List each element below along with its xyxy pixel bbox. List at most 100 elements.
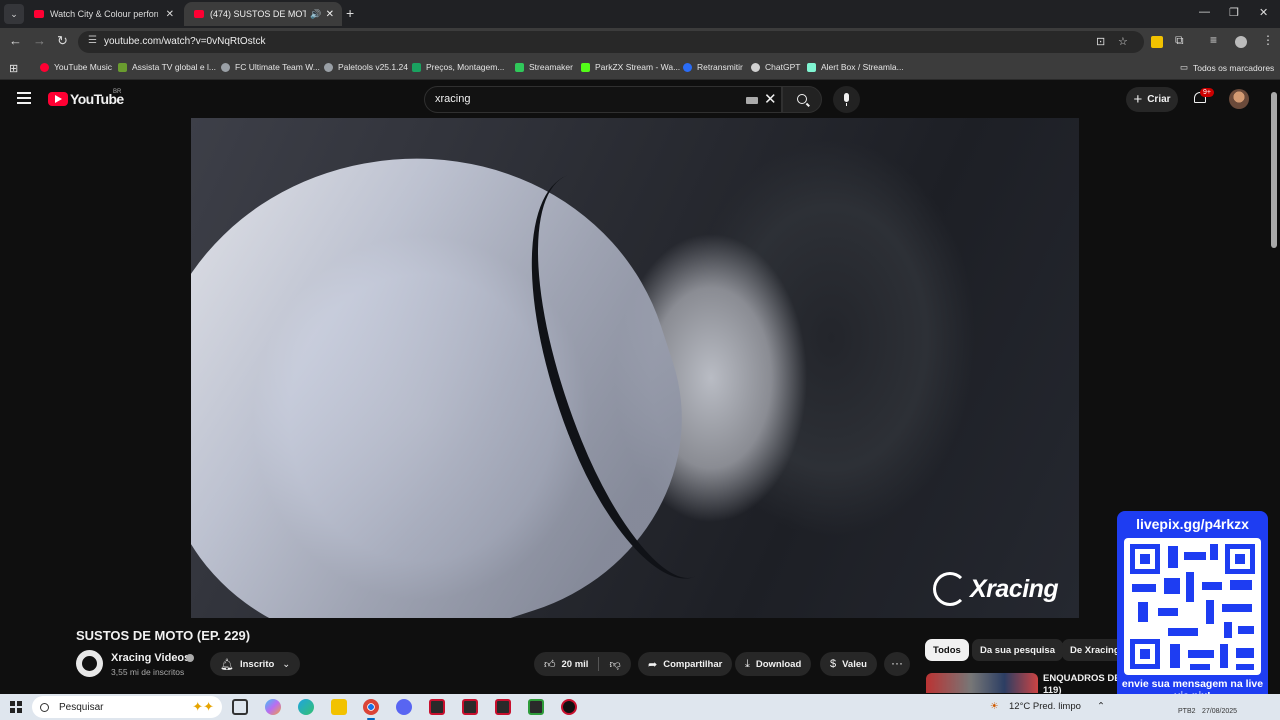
new-tab-icon[interactable]: + (346, 5, 354, 21)
account-avatar[interactable] (1229, 89, 1249, 109)
chrome-icon[interactable] (363, 699, 379, 720)
language-indicator[interactable]: PTB2 (1178, 708, 1196, 715)
qr-module (1236, 648, 1254, 658)
keyboard-icon[interactable] (746, 97, 758, 104)
task-view-icon[interactable] (232, 699, 248, 715)
streamlabs-icon (807, 62, 816, 72)
bookmark-label: FC Ultimate Team W... (235, 62, 320, 72)
taskbar-search[interactable]: Pesquisar ✦✦ (32, 696, 222, 718)
bookmark-youtube-music[interactable]: YouTube Music (40, 62, 112, 72)
windows-start-icon[interactable] (10, 701, 22, 713)
kick-icon (581, 62, 590, 72)
bookmark-label: Alert Box / Streamla... (821, 62, 904, 72)
bookmark-streamaker[interactable]: Streamaker (515, 62, 573, 72)
bookmark-globo[interactable]: Assista TV global e l... (118, 62, 216, 72)
extensions-puzzle-icon[interactable]: ⧉ (1175, 33, 1184, 48)
like-thumb-icon[interactable]: 👍︎ (544, 658, 556, 671)
qr-module (1222, 604, 1252, 612)
like-count[interactable]: 20 mil (562, 659, 589, 670)
search-box: ✕ (424, 86, 782, 113)
search-input[interactable] (435, 93, 735, 105)
back-icon[interactable]: ← (9, 33, 22, 48)
restore-icon[interactable]: ❐ (1229, 6, 1239, 19)
close-window-icon[interactable]: ✕ (1259, 6, 1268, 19)
apps-grid-icon[interactable]: ⊞ (9, 62, 18, 75)
edge-icon[interactable] (298, 699, 314, 715)
globe-icon (324, 62, 333, 72)
minimize-icon[interactable]: — (1199, 6, 1210, 18)
tray-chevron-icon[interactable]: ⌃ (1097, 701, 1105, 712)
bookmark-alert-box[interactable]: Alert Box / Streamla... (807, 62, 904, 72)
file-explorer-icon[interactable] (331, 699, 347, 715)
menu-kebab-icon[interactable]: ⋮ (1262, 33, 1274, 47)
forward-icon[interactable]: → (33, 33, 46, 48)
guide-menu-icon[interactable] (17, 92, 31, 104)
discord-icon[interactable] (396, 699, 412, 715)
bookmark-precos[interactable]: Preços, Montagem... (412, 62, 504, 72)
search-button[interactable] (782, 86, 822, 113)
clear-search-icon[interactable]: ✕ (764, 90, 777, 108)
page-scrollbar[interactable] (1271, 92, 1277, 248)
bookmark-paletools[interactable]: Paletools v25.1.24 (324, 62, 408, 72)
app-icon-1[interactable] (429, 699, 445, 715)
bookmark-retransmitir[interactable]: Retransmitir (683, 62, 743, 72)
video-player[interactable]: Xracing (191, 118, 1079, 618)
qr-module (1164, 578, 1180, 594)
bookmark-fc-ultimate[interactable]: FC Ultimate Team W... (221, 62, 320, 72)
watermark-text: Xracing (970, 574, 1059, 603)
site-info-icon[interactable]: ☰ (88, 35, 97, 46)
browser-tab-1[interactable]: Watch City & Colour perform u ✕ (24, 2, 182, 26)
channel-watermark: Xracing (933, 572, 1059, 606)
bookmark-label: ParkZX Stream - Wa... (595, 62, 681, 72)
all-bookmarks[interactable]: ▭ Todos os marcadores (1180, 62, 1274, 73)
app-icon-5[interactable] (561, 699, 577, 715)
dislike-thumb-icon[interactable]: 👎︎ (609, 658, 620, 671)
reload-icon[interactable]: ↻ (57, 33, 68, 49)
browser-tab-2-active[interactable]: (474) SUSTOS DE MOTO (EP. 🔊 ✕ (184, 2, 342, 26)
qr-finder (1130, 544, 1160, 574)
profile-icon[interactable] (1235, 36, 1247, 48)
bookmark-label: YouTube Music (54, 62, 112, 72)
download-button[interactable]: ⤓ Download (735, 652, 812, 676)
share-button[interactable]: ➦ Compartilhar (638, 652, 733, 676)
clock-date[interactable]: 27/08/2025 (1202, 708, 1237, 715)
url-text[interactable]: youtube.com/watch?v=0vNqRtOstck (104, 36, 265, 47)
close-tab-icon[interactable]: ✕ (166, 9, 174, 20)
folder-icon: ▭ (1180, 62, 1189, 72)
copilot-icon[interactable] (265, 699, 281, 715)
address-bar[interactable]: ☰ youtube.com/watch?v=0vNqRtOstck ⊡ ☆ (78, 31, 1144, 53)
youtube-logo-icon[interactable] (48, 92, 68, 106)
subscribed-button[interactable]: 🔔︎ Inscrito ⌄ (210, 652, 301, 676)
app-icon-2[interactable] (462, 699, 478, 715)
qr-module (1206, 600, 1214, 624)
chip-da-sua-pesquisa[interactable]: Da sua pesquisa (972, 639, 1063, 661)
extension-icon[interactable] (1151, 36, 1163, 48)
recommendation-title[interactable]: ENQUADROS DE M (1043, 673, 1123, 684)
copilot-spark-icon: ✦✦ (192, 699, 214, 714)
weather-text[interactable]: 12°C Pred. limpo (1009, 701, 1081, 712)
qr-module (1220, 644, 1228, 668)
speaker-icon[interactable]: 🔊 (310, 9, 321, 20)
thanks-button[interactable]: $ Valeu (820, 652, 877, 676)
chip-todos[interactable]: Todos (925, 639, 969, 661)
qr-module (1224, 622, 1232, 638)
weather-icon[interactable]: ☀ (990, 701, 999, 712)
app-icon-3[interactable] (495, 699, 511, 715)
create-button[interactable]: + Criar (1126, 87, 1178, 112)
country-code: BR (113, 89, 122, 95)
more-actions-icon[interactable]: ··· (884, 652, 910, 676)
channel-avatar[interactable] (76, 650, 103, 677)
close-tab-icon[interactable]: ✕ (326, 9, 334, 20)
install-app-icon[interactable]: ⊡ (1096, 35, 1105, 48)
app-icon-4[interactable] (528, 699, 544, 715)
qr-finder (1130, 639, 1160, 669)
bookmark-chatgpt[interactable]: ChatGPT (751, 62, 800, 72)
recommendation-thumbnail[interactable] (926, 673, 1038, 693)
bookmark-star-icon[interactable]: ☆ (1118, 35, 1128, 48)
media-controls-icon[interactable]: ≡ (1210, 33, 1217, 47)
download-icon: ⤓ (745, 657, 750, 670)
channel-name[interactable]: Xracing Videos (111, 652, 190, 664)
bookmark-kick-stream[interactable]: ParkZX Stream - Wa... (581, 62, 680, 72)
tab-search-chevron-icon[interactable]: ⌄ (4, 4, 24, 24)
voice-search-mic-icon[interactable] (833, 86, 860, 113)
